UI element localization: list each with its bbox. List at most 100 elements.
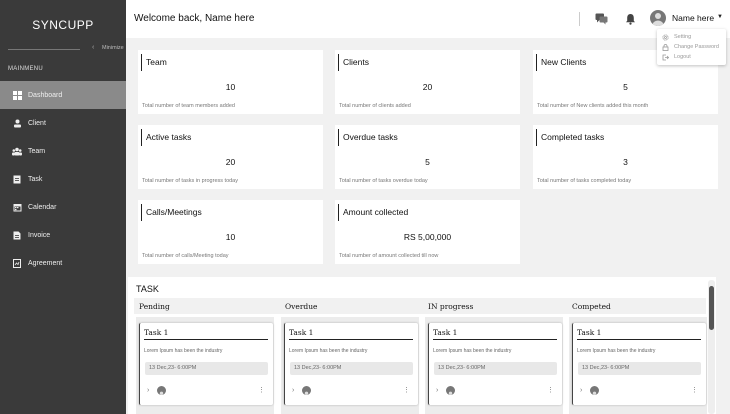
task-card[interactable]: Task 1 Lorem Ipsum has been the industry… [428,323,562,405]
card-title: Overdue tasks [338,129,398,146]
card-value: 10 [225,232,236,242]
task-card-description: Lorem Ipsum has been the industry [433,348,512,354]
bell-icon[interactable] [625,12,636,25]
card-description: Total number of tasks completed today [537,178,632,184]
task-card-description: Lorem Ipsum has been the industry [144,348,223,354]
task-card-due-date: 13 Dec,23- 6:00PM [434,362,557,375]
card-value: 5 [623,82,628,92]
menu-item-label: Logout [674,54,691,60]
sidebar-item-label: Calendar [28,203,57,211]
user-avatar[interactable] [650,10,666,26]
user-menu-dropdown: Setting Change Password Logout [657,29,726,65]
more-options-icon[interactable]: ⋮ [547,386,554,394]
chevron-left-icon: ‹ [92,44,95,51]
column-header-in-progress: IN progress [428,302,474,311]
card-description: Total number of tasks overdue today [339,178,428,184]
task-card-divider [577,339,701,340]
card-description: Total number of clients added [339,103,411,109]
sidebar-item-calendar[interactable]: Calendar [0,193,126,221]
menu-item-label: Setting [674,34,692,40]
menu-item-label: Change Password [674,44,719,50]
chevron-right-icon[interactable]: › [292,387,294,394]
assignee-avatar [302,386,311,395]
assignee-avatar [157,386,166,395]
card-description: Total number of amount collected till no… [339,253,439,259]
sidebar-item-label: Agreement [28,259,63,267]
stat-card-clients[interactable]: Clients 20 Total number of clients added [335,50,520,114]
task-card[interactable]: Task 1 Lorem Ipsum has been the industry… [139,323,273,405]
header-divider [579,12,580,26]
column-header-completed: Competed [572,302,611,311]
more-options-icon[interactable]: ⋮ [691,386,698,394]
task-card[interactable]: Task 1 Lorem Ipsum has been the industry… [572,323,706,405]
lock-icon [662,43,669,51]
user-name[interactable]: Name here [672,13,714,23]
card-description: Total number of New clients added this m… [537,103,649,109]
assignee-avatar [446,386,455,395]
sidebar-item-label: Team [28,147,46,155]
more-options-icon[interactable]: ⋮ [258,386,265,394]
dashboard-icon [12,90,22,100]
task-card-divider [289,339,413,340]
invoice-icon [12,230,22,240]
card-title: Active tasks [141,129,191,146]
stat-card-amount-collected[interactable]: Amount collected RS 5,00,000 Total numbe… [335,200,520,264]
task-card-divider [433,339,557,340]
assignee-avatar [590,386,599,395]
menu-item-logout[interactable]: Logout [662,52,721,62]
task-card-divider [144,339,268,340]
card-title: Clients [338,54,369,71]
stat-card-calls-meetings[interactable]: Calls/Meetings 10 Total number of calls/… [138,200,323,264]
sidebar-item-label: Dashboard [28,91,63,99]
sidebar-item-label: Task [28,175,43,183]
card-title: Completed tasks [536,129,604,146]
card-value: 20 [225,157,236,167]
stat-card-active-tasks[interactable]: Active tasks 20 Total number of tasks in… [138,125,323,189]
stat-card-team[interactable]: Team 10 Total number of team members add… [138,50,323,114]
sidebar-item-agreement[interactable]: Agreement [0,249,126,277]
task-card-due-date: 13 Dec,23- 6:00PM [578,362,701,375]
stat-card-overdue-tasks[interactable]: Overdue tasks 5 Total number of tasks ov… [335,125,520,189]
calendar-icon [12,202,22,212]
task-column-header-row: Pending Overdue IN progress Competed [134,298,706,314]
card-value: 5 [425,157,430,167]
sidebar-item-dashboard[interactable]: Dashboard [0,81,126,109]
caret-down-icon[interactable]: ▼ [717,14,723,20]
logout-icon [662,54,669,61]
stat-card-completed-tasks[interactable]: Completed tasks 3 Total number of tasks … [533,125,718,189]
card-title: Amount collected [338,204,408,221]
card-value: 10 [225,82,236,92]
chevron-right-icon[interactable]: › [147,387,149,394]
card-title: Calls/Meetings [141,204,202,221]
task-icon [12,174,22,184]
sidebar-item-invoice[interactable]: Invoice [0,221,126,249]
card-description: Total number of team members added [142,103,235,109]
minimize-divider [8,49,80,50]
sidebar-item-task[interactable]: Task [0,165,126,193]
task-card-title: Task 1 [144,328,169,337]
task-card-description: Lorem Ipsum has been the industry [577,348,656,354]
top-header: Welcome back, Name here Name here ▼ [126,0,730,38]
sidebar: SYNCUPP ‹ Minimize MAINMENU Dashboard Cl… [0,0,126,414]
brand-logo[interactable]: SYNCUPP [0,18,126,32]
client-icon [12,118,22,128]
column-header-pending: Pending [139,302,170,311]
task-card-title: Task 1 [433,328,458,337]
task-card[interactable]: Task 1 Lorem Ipsum has been the industry… [284,323,418,405]
chat-icon[interactable] [595,12,608,25]
agreement-icon [12,258,22,268]
menu-item-setting[interactable]: Setting [662,32,721,42]
chevron-right-icon[interactable]: › [580,387,582,394]
task-board-scrollbar[interactable] [708,280,715,414]
card-title: Team [141,54,167,71]
sidebar-item-team[interactable]: Team [0,137,126,165]
card-value: 3 [623,157,628,167]
chevron-right-icon[interactable]: › [436,387,438,394]
menu-item-change-password[interactable]: Change Password [662,42,721,52]
minimize-toggle[interactable]: ‹ Minimize [8,44,124,54]
more-options-icon[interactable]: ⋮ [403,386,410,394]
scrollbar-thumb[interactable] [709,286,714,330]
sidebar-item-client[interactable]: Client [0,109,126,137]
task-card-title: Task 1 [289,328,314,337]
card-value: RS 5,00,000 [403,232,452,242]
